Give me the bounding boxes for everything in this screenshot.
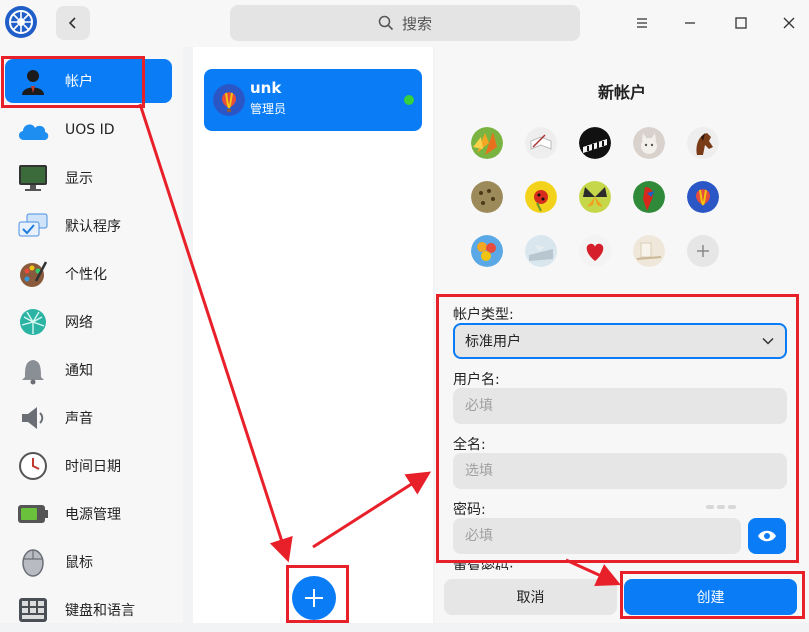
annotation-arrow-to-add [138,103,293,563]
annotation-arrow-to-create [565,558,621,586]
annotation-arrow-to-form [312,471,432,549]
annotation-arrows [138,103,621,586]
